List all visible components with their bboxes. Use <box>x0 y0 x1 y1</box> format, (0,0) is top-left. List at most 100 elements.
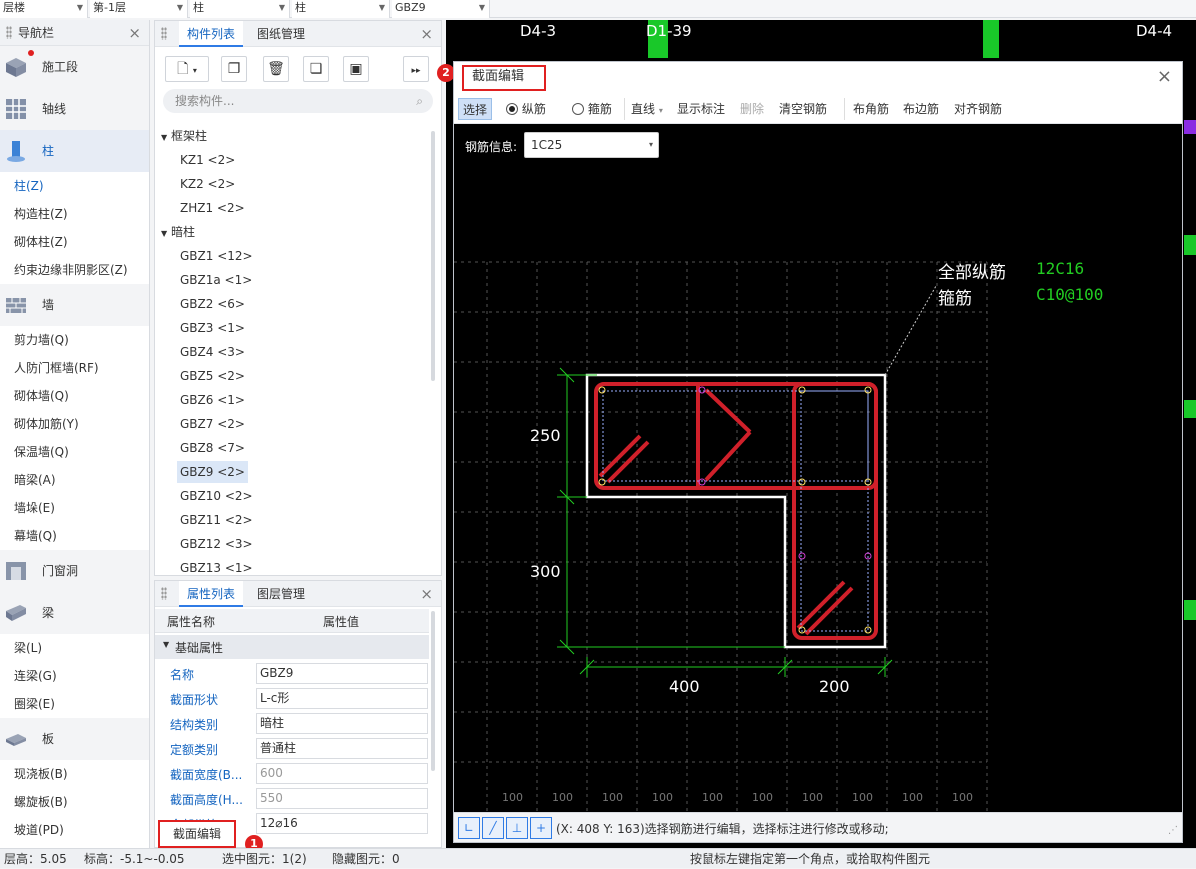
drag-handle-icon[interactable] <box>161 27 167 40</box>
nav-item-masonry-reinforcement[interactable]: 砌体加筋(Y) <box>0 410 149 438</box>
close-icon[interactable]: × <box>1157 62 1172 92</box>
nav-item-hidden-beam[interactable]: 暗梁(A) <box>0 466 149 494</box>
category-dropdown[interactable]: 柱 ▼ <box>190 0 290 18</box>
nav-item-column-z[interactable]: 柱(Z) <box>0 172 149 200</box>
corner-rebar-button[interactable]: 布角筋 <box>844 98 889 120</box>
floor-group-dropdown[interactable]: 层楼 ▼ <box>0 0 88 18</box>
duplicate-button[interactable]: ❏ <box>303 56 329 82</box>
dimension-label[interactable]: 250 <box>530 426 561 445</box>
tree-group-frame-column[interactable]: ▼ 框架柱 <box>161 127 207 144</box>
prop-value-field[interactable]: 暗柱 <box>256 713 428 734</box>
tree-item[interactable]: GBZ11 <2> <box>177 509 256 531</box>
longitudinal-rebar-radio[interactable]: 纵筋 <box>506 98 546 120</box>
tree-item[interactable]: KZ1 <2> <box>177 149 238 171</box>
section-edit-button[interactable]: 截面编辑 <box>158 820 236 848</box>
tab-component-list[interactable]: 构件列表 <box>179 21 244 47</box>
nav-item-spiral-slab[interactable]: 螺旋板(B) <box>0 788 149 816</box>
nav-item-beam[interactable]: 梁(L) <box>0 634 149 662</box>
nav-cat-axis[interactable]: 轴线 <box>0 88 149 130</box>
tree-item[interactable]: GBZ8 <7> <box>177 437 248 459</box>
nav-item-curtain-wall[interactable]: 幕墙(Q) <box>0 522 149 550</box>
tree-item[interactable]: ZHZ1 <2> <box>177 197 248 219</box>
tree-item-selected[interactable]: GBZ9 <2> <box>177 461 248 483</box>
annotation-stirrup-label[interactable]: 箍筋 <box>938 284 972 309</box>
delete-button[interactable]: 🗑 <box>263 56 289 82</box>
align-rebar-button[interactable]: 对齐钢筋 <box>954 98 1002 120</box>
nav-cat-door-window[interactable]: 门窗洞 <box>0 550 149 592</box>
select-tool-button[interactable]: 选择 <box>458 98 493 120</box>
tree-item[interactable]: GBZ2 <6> <box>177 293 248 315</box>
drag-handle-icon[interactable] <box>161 587 167 600</box>
nav-item-cast-slab[interactable]: 现浇板(B) <box>0 760 149 788</box>
show-annotation-button[interactable]: 显示标注 <box>677 98 725 120</box>
prop-value-field[interactable]: 550 <box>256 788 428 809</box>
tree-item[interactable]: GBZ13 <1> <box>177 557 256 579</box>
perpendicular-icon[interactable]: ⊥ <box>506 817 528 839</box>
clear-rebar-button[interactable]: 清空钢筋 <box>779 98 827 120</box>
prop-value-field[interactable]: 12⌀16 <box>256 813 428 834</box>
more-button[interactable]: ▸▸ <box>403 56 429 82</box>
tree-item[interactable]: GBZ1a <1> <box>177 269 255 291</box>
nav-item-civil-defense-wall[interactable]: 人防门框墙(RF) <box>0 354 149 382</box>
nav-cat-slab[interactable]: 板 <box>0 718 149 760</box>
annotation-long-value[interactable]: 12C16 <box>1036 259 1084 278</box>
nav-item-shear-wall[interactable]: 剪力墙(Q) <box>0 326 149 354</box>
nav-cat-column[interactable]: 柱 <box>0 130 149 172</box>
nav-cat-construction-stage[interactable]: 施工段 <box>0 46 149 88</box>
drag-handle-icon[interactable] <box>6 26 12 39</box>
tree-group-hidden-column[interactable]: ▼ 暗柱 <box>161 223 195 240</box>
tree-item[interactable]: GBZ5 <2> <box>177 365 248 387</box>
line-mode-dropdown[interactable]: 直线 ▾ <box>624 98 663 120</box>
prop-value-field[interactable]: GBZ9 <box>256 663 428 684</box>
tab-property-list[interactable]: 属性列表 <box>179 581 244 607</box>
prop-value-field[interactable]: 600 <box>256 763 428 784</box>
resize-grip-icon[interactable]: ⋰ <box>1168 825 1178 836</box>
tab-drawing-management[interactable]: 图纸管理 <box>249 21 313 47</box>
dimension-label[interactable]: 200 <box>819 677 850 696</box>
tree-item[interactable]: GBZ1 <12> <box>177 245 256 267</box>
props-section[interactable]: ▼ 基础属性 <box>155 635 429 659</box>
scrollbar[interactable] <box>431 131 435 381</box>
floor-dropdown[interactable]: 第-1层 ▼ <box>90 0 188 18</box>
nav-item-masonry-wall[interactable]: 砌体墙(Q) <box>0 382 149 410</box>
annotation-tool-icon[interactable]: + <box>530 817 552 839</box>
close-icon[interactable]: × <box>420 581 433 607</box>
dimension-label[interactable]: 300 <box>530 562 561 581</box>
tree-item[interactable]: GBZ6 <1> <box>177 389 248 411</box>
tree-item[interactable]: GBZ12 <3> <box>177 533 256 555</box>
new-component-button[interactable]: 🗋 ▾ <box>165 56 209 82</box>
edge-rebar-button[interactable]: 布边筋 <box>903 98 939 120</box>
search-input[interactable]: 搜索构件... ⌕ <box>163 89 433 113</box>
section-canvas[interactable]: 钢筋信息: 1C25 ▾ 100 100 100 100 100 100 100 100 100 1… <box>454 124 1182 812</box>
nav-item-insulation-wall[interactable]: 保温墙(Q) <box>0 438 149 466</box>
tree-item[interactable]: GBZ4 <3> <box>177 341 248 363</box>
dimension-label[interactable]: 400 <box>669 677 700 696</box>
stirrup-radio[interactable]: 箍筋 <box>572 98 612 120</box>
tree-item[interactable]: GBZ10 <2> <box>177 485 256 507</box>
nav-item-coupling-beam[interactable]: 连梁(G) <box>0 662 149 690</box>
tree-item[interactable]: KZ2 <2> <box>177 173 238 195</box>
line-tool-icon[interactable]: ╱ <box>482 817 504 839</box>
tab-layer-management[interactable]: 图层管理 <box>249 581 313 607</box>
type-dropdown[interactable]: 柱 ▼ <box>292 0 390 18</box>
prop-value-field[interactable]: 普通柱 <box>256 738 428 759</box>
delete-button[interactable]: 删除 <box>740 98 764 120</box>
tree-item[interactable]: GBZ7 <2> <box>177 413 248 435</box>
close-icon[interactable]: × <box>420 21 433 47</box>
save-component-button[interactable]: ▣ <box>343 56 369 82</box>
copy-button[interactable]: ❐ <box>221 56 247 82</box>
nav-item-ramp[interactable]: 坡道(PD) <box>0 816 149 844</box>
nav-item-wall-pier[interactable]: 墙垛(E) <box>0 494 149 522</box>
nav-item-ring-beam[interactable]: 圈梁(E) <box>0 690 149 718</box>
nav-cat-beam[interactable]: 梁 <box>0 592 149 634</box>
close-icon[interactable]: × <box>128 20 141 46</box>
nav-item-constructional-column[interactable]: 构造柱(Z) <box>0 200 149 228</box>
annotation-long-label[interactable]: 全部纵筋 <box>938 258 1006 283</box>
scrollbar[interactable] <box>431 611 435 771</box>
prop-value-field[interactable]: L-c形 <box>256 688 428 709</box>
nav-item-masonry-column[interactable]: 砌体柱(Z) <box>0 228 149 256</box>
tree-item[interactable]: GBZ3 <1> <box>177 317 248 339</box>
annotation-stirrup-value[interactable]: C10@100 <box>1036 285 1103 304</box>
ortho-mode-icon[interactable]: ∟ <box>458 817 480 839</box>
component-dropdown[interactable]: GBZ9 ▼ <box>392 0 490 18</box>
